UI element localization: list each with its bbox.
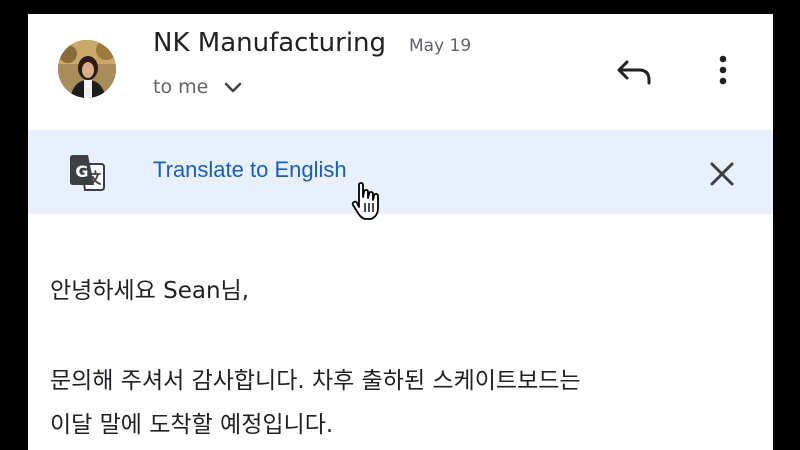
email-header: NK Manufacturing May 19 to me	[28, 14, 773, 130]
email-greeting: 안녕하세요 Sean님,	[50, 278, 250, 304]
close-icon	[710, 162, 734, 186]
sender-name[interactable]: NK Manufacturing	[153, 28, 386, 58]
email-body: 안녕하세요 Sean님, 문의해 주셔서 감사합니다. 차후 출하된 스케이트보…	[50, 269, 760, 447]
chevron-down-icon[interactable]	[223, 80, 243, 96]
reply-button[interactable]	[613, 50, 657, 94]
google-translate-icon: G	[66, 152, 108, 194]
avatar[interactable]	[58, 40, 116, 98]
email-date: May 19	[409, 36, 472, 56]
translate-banner: G Translate to English	[28, 130, 773, 214]
email-view: NK Manufacturing May 19 to me G Translat…	[28, 14, 773, 450]
close-translate-button[interactable]	[705, 157, 739, 191]
email-body-line: 문의해 주셔서 감사합니다. 차후 출하된 스케이트보드는	[50, 368, 581, 394]
reply-icon	[617, 60, 651, 85]
translate-to-english-link[interactable]: Translate to English	[153, 157, 347, 183]
recipient-label[interactable]: to me	[153, 76, 208, 98]
more-vert-icon	[719, 55, 727, 85]
email-body-line: 이달 말에 도착할 예정입니다.	[50, 412, 334, 438]
hand-pointer-cursor-icon	[350, 182, 384, 222]
svg-text:G: G	[75, 162, 88, 181]
more-options-button[interactable]	[703, 50, 743, 94]
